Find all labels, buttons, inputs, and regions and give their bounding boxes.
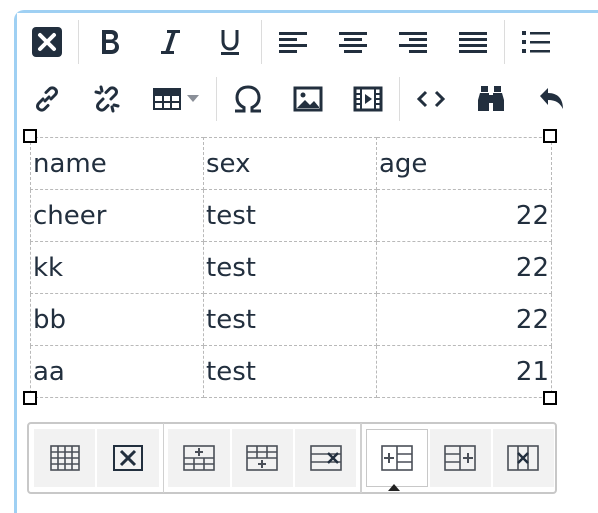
- chevron-down-icon: [187, 94, 199, 102]
- insert-column-before-icon: [381, 445, 413, 471]
- special-character-button[interactable]: [218, 70, 278, 127]
- table-cell[interactable]: test: [203, 345, 377, 398]
- insert-row-before-button[interactable]: [168, 429, 230, 487]
- underline-icon: [221, 29, 239, 55]
- bullet-list-icon: [522, 30, 550, 53]
- unlink-button[interactable]: [77, 70, 137, 127]
- delete-column-button[interactable]: [492, 429, 555, 487]
- source-code-button[interactable]: [401, 70, 461, 127]
- table-properties-icon: [49, 445, 80, 471]
- table-cell[interactable]: 22: [376, 293, 552, 346]
- toolbar-separator: [78, 19, 79, 64]
- clear-formatting-button[interactable]: [17, 13, 77, 70]
- italic-button[interactable]: [140, 13, 200, 70]
- toolbar-separator: [360, 423, 363, 493]
- resize-handle-bottom-left[interactable]: [23, 391, 37, 405]
- insert-column-before-button[interactable]: [366, 429, 428, 487]
- delete-row-icon: [309, 445, 342, 471]
- table-cell[interactable]: age: [376, 137, 552, 190]
- unlink-icon: [94, 85, 120, 112]
- insert-column-after-icon: [444, 445, 476, 471]
- toolbar-row-2: [17, 70, 581, 127]
- toolbar-separator: [261, 19, 262, 64]
- table-cell[interactable]: aa: [30, 345, 204, 398]
- align-right-icon: [399, 31, 427, 53]
- delete-table-button[interactable]: [97, 429, 159, 487]
- table-icon: [153, 87, 181, 110]
- italic-icon: [161, 29, 180, 54]
- table-row: name sex age: [30, 137, 552, 190]
- table-cell[interactable]: kk: [30, 241, 204, 294]
- main-toolbar: [17, 13, 598, 127]
- table-cell[interactable]: cheer: [30, 189, 204, 242]
- align-justify-button[interactable]: [443, 13, 503, 70]
- table-cell[interactable]: 22: [376, 241, 552, 294]
- table-context-toolbar: [27, 422, 557, 494]
- image-button[interactable]: [278, 70, 338, 127]
- image-icon: [293, 86, 323, 111]
- table-cell[interactable]: 22: [376, 189, 552, 242]
- table-cell[interactable]: test: [203, 293, 377, 346]
- align-right-button[interactable]: [383, 13, 443, 70]
- bold-icon: [102, 29, 119, 54]
- align-left-icon: [279, 31, 307, 53]
- toolbar-separator: [504, 19, 505, 64]
- find-replace-button[interactable]: [461, 70, 521, 127]
- link-icon: [36, 85, 58, 112]
- align-center-icon: [339, 31, 367, 53]
- table-cell[interactable]: name: [30, 137, 204, 190]
- toolbar-pointer: [388, 484, 400, 491]
- data-table[interactable]: name sex age cheer test 22 kk test 22 bb…: [30, 137, 552, 398]
- toolbar-row-1: [17, 13, 566, 70]
- link-button[interactable]: [17, 70, 77, 127]
- code-icon: [416, 90, 446, 107]
- toolbar-separator: [399, 76, 400, 121]
- delete-column-icon: [507, 445, 540, 471]
- underline-button[interactable]: [200, 13, 260, 70]
- bold-button[interactable]: [80, 13, 140, 70]
- table-cell[interactable]: test: [203, 241, 377, 294]
- bullet-list-button[interactable]: [506, 13, 566, 70]
- table-cell[interactable]: test: [203, 189, 377, 242]
- table-cell[interactable]: 21: [376, 345, 552, 398]
- undo-icon: [540, 87, 563, 109]
- delete-table-icon: [112, 445, 143, 471]
- table-row: bb test 22: [30, 293, 552, 346]
- film-icon: [353, 86, 383, 111]
- binoculars-icon: [478, 85, 504, 111]
- resize-handle-top-right[interactable]: [543, 129, 557, 143]
- insert-column-after-button[interactable]: [429, 429, 491, 487]
- resize-handle-top-left[interactable]: [23, 129, 37, 143]
- table-cell[interactable]: bb: [30, 293, 204, 346]
- toolbar-separator: [216, 76, 217, 121]
- delete-row-button[interactable]: [294, 429, 357, 487]
- table-row: kk test 22: [30, 241, 552, 294]
- omega-icon: [235, 84, 261, 112]
- table-cell[interactable]: sex: [203, 137, 377, 190]
- insert-row-before-icon: [183, 445, 215, 471]
- clear-formatting-icon: [32, 26, 62, 57]
- toolbar-separator: [162, 423, 165, 493]
- align-center-button[interactable]: [323, 13, 383, 70]
- insert-row-after-button[interactable]: [231, 429, 293, 487]
- table-properties-button[interactable]: [34, 429, 96, 487]
- media-button[interactable]: [338, 70, 398, 127]
- undo-button[interactable]: [521, 70, 581, 127]
- table-button[interactable]: [137, 70, 215, 127]
- insert-row-after-icon: [246, 445, 279, 471]
- resize-handle-bottom-right[interactable]: [543, 391, 557, 405]
- align-justify-icon: [459, 31, 487, 53]
- table-row: aa test 21: [30, 345, 552, 398]
- table-row: cheer test 22: [30, 189, 552, 242]
- align-left-button[interactable]: [263, 13, 323, 70]
